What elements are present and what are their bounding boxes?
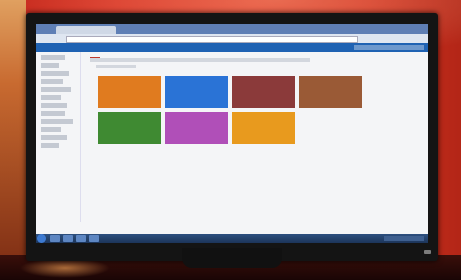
monitor-stand (182, 248, 282, 268)
tile-5[interactable] (98, 112, 161, 144)
tile-1[interactable] (98, 76, 161, 108)
sidebar-item[interactable] (41, 71, 69, 76)
sidebar-item[interactable] (41, 119, 73, 124)
taskbar-app[interactable] (50, 235, 60, 242)
monitor: LG (26, 13, 438, 261)
address-bar[interactable] (66, 36, 358, 43)
tile-6[interactable] (165, 112, 228, 144)
browser-tab[interactable] (56, 26, 116, 34)
sidebar (36, 52, 81, 222)
sidebar-item[interactable] (41, 135, 67, 140)
sidebar-item[interactable] (41, 127, 61, 132)
sidebar-item[interactable] (41, 111, 65, 116)
sidebar-item[interactable] (41, 95, 61, 100)
tile-grid (98, 76, 368, 171)
sidebar-item[interactable] (41, 55, 65, 60)
sidebar-item[interactable] (41, 63, 59, 68)
tile-4[interactable] (299, 76, 362, 108)
taskbar-app[interactable] (76, 235, 86, 242)
background-lamp (0, 0, 26, 280)
tile-3[interactable] (232, 76, 295, 108)
system-tray[interactable] (384, 236, 424, 241)
sidebar-item[interactable] (41, 79, 63, 84)
taskbar (36, 234, 428, 243)
tile-2[interactable] (165, 76, 228, 108)
sidebar-item[interactable] (41, 143, 59, 148)
header-links[interactable] (354, 45, 424, 50)
page-title (90, 58, 310, 62)
desk-glow (20, 258, 110, 278)
power-button[interactable] (424, 250, 431, 254)
browser-tab-bar (36, 24, 428, 40)
browser-toolbar (36, 34, 428, 50)
browser-nav (40, 35, 60, 50)
tile-7[interactable] (232, 112, 295, 144)
breadcrumb[interactable] (96, 65, 136, 68)
app-header (36, 43, 428, 52)
sidebar-item[interactable] (41, 87, 71, 92)
taskbar-app[interactable] (89, 235, 99, 242)
window-controls (399, 25, 425, 40)
start-button[interactable] (37, 234, 46, 243)
sidebar-item[interactable] (41, 103, 67, 108)
monitor-screen (36, 24, 428, 243)
taskbar-app[interactable] (63, 235, 73, 242)
